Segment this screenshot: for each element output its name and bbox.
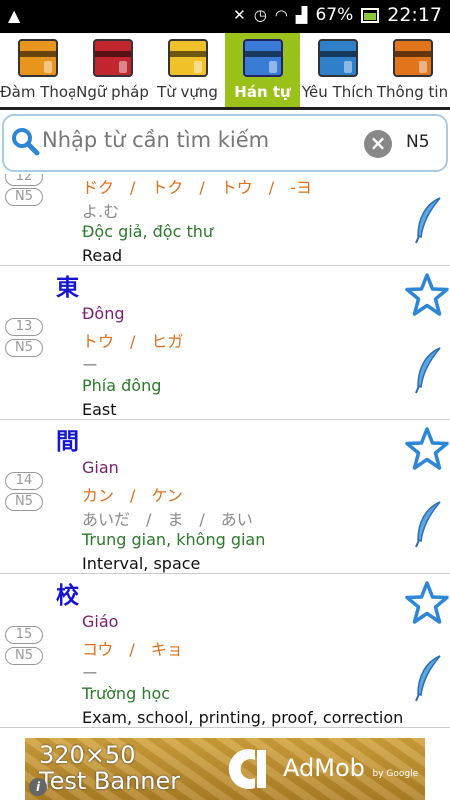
meaning-english: Exam, school, printing, proof, correctio… bbox=[82, 708, 404, 727]
ad-brand-suffix: by Google bbox=[372, 769, 419, 779]
meaning-vietnamese: Trường học bbox=[82, 684, 171, 703]
kanji-character: 校 bbox=[56, 583, 79, 609]
list-item[interactable]: 校 15 N5 Giáo コウ / キョ ー Trường học Exam, … bbox=[0, 574, 450, 728]
book-icon bbox=[18, 39, 58, 77]
signal-icon: ▟ bbox=[295, 6, 308, 24]
entry-number: 12 bbox=[5, 174, 43, 186]
ad-title: Test Banner bbox=[39, 767, 181, 795]
alarm-icon: ◷ bbox=[253, 6, 267, 24]
tab-label: Yêu Thích bbox=[301, 83, 374, 101]
battery-icon bbox=[361, 7, 380, 23]
meaning-vietnamese: Độc giả, độc thư bbox=[82, 222, 214, 241]
search-bar: × N5 bbox=[0, 110, 450, 174]
entry-level: N5 bbox=[5, 188, 43, 206]
book-icon bbox=[243, 39, 283, 77]
battery-percent: 67% bbox=[315, 5, 354, 25]
book-icon bbox=[93, 39, 133, 77]
tab-info[interactable]: Thông tin bbox=[375, 33, 450, 107]
tab-vocabulary[interactable]: Từ vựng bbox=[150, 33, 225, 107]
clock: 22:17 bbox=[387, 4, 442, 26]
han-viet-reading: Gian bbox=[82, 458, 119, 477]
clear-icon[interactable]: × bbox=[364, 130, 392, 158]
search-icon bbox=[12, 128, 40, 156]
tab-bar: Đàm Thoại Ngữ pháp Từ vựng Hán tự Yêu Th… bbox=[0, 33, 450, 110]
tab-label: Thông tin bbox=[376, 83, 449, 101]
feather-icon[interactable] bbox=[412, 654, 444, 702]
ad-text: 320×50 Test Banner bbox=[39, 742, 180, 794]
ad-brand-name: AdMob bbox=[283, 754, 365, 782]
ad-area: 320×50 Test Banner AdMob by Google bbox=[0, 738, 450, 800]
entry-level: N5 bbox=[5, 339, 43, 357]
ad-banner[interactable]: 320×50 Test Banner AdMob by Google bbox=[25, 738, 425, 800]
entry-number: 15 bbox=[5, 626, 43, 644]
meaning-vietnamese: Trung gian, không gian bbox=[82, 530, 266, 549]
search-box: × N5 bbox=[2, 114, 448, 172]
kanji-character: 間 bbox=[56, 429, 79, 455]
tab-label: Hán tự bbox=[234, 83, 291, 101]
onyomi-reading: トウ / ヒガ bbox=[82, 332, 184, 351]
entry-level: N5 bbox=[5, 493, 43, 511]
onyomi-reading: ドク / トク / トウ / -ヨ bbox=[82, 178, 312, 197]
tab-label: Từ vựng bbox=[157, 83, 218, 101]
book-icon bbox=[393, 39, 433, 77]
tab-label: Ngữ pháp bbox=[76, 83, 149, 101]
tab-grammar[interactable]: Ngữ pháp bbox=[75, 33, 150, 107]
status-icons: ✕ ◷ ◠ ▟ 67% 22:17 bbox=[233, 4, 442, 26]
kunyomi-reading: ー bbox=[82, 664, 99, 683]
book-icon bbox=[168, 39, 208, 77]
star-icon[interactable] bbox=[404, 580, 450, 626]
entry-number: 13 bbox=[5, 318, 43, 336]
feather-icon[interactable] bbox=[412, 346, 444, 394]
han-viet-reading: Đông bbox=[82, 304, 125, 323]
meaning-english: Read bbox=[82, 246, 123, 265]
tab-favorites[interactable]: Yêu Thích bbox=[300, 33, 375, 107]
notification-icon: ▲ bbox=[8, 6, 21, 25]
ad-brand: AdMob by Google bbox=[283, 754, 418, 782]
star-icon[interactable] bbox=[404, 272, 450, 318]
star-icon[interactable] bbox=[404, 426, 450, 472]
onyomi-reading: カン / ケン bbox=[82, 486, 183, 505]
list-item[interactable]: 間 14 N5 Gian カン / ケン あいだ / ま / あい Trung … bbox=[0, 420, 450, 574]
search-input[interactable] bbox=[42, 128, 362, 152]
status-bar: ▲ ✕ ◷ ◠ ▟ 67% 22:17 bbox=[0, 0, 450, 33]
meaning-english: Interval, space bbox=[82, 554, 201, 573]
kunyomi-reading: ー bbox=[82, 356, 99, 375]
kanji-character: 東 bbox=[56, 275, 79, 301]
ad-size: 320×50 bbox=[39, 741, 136, 769]
list-item[interactable]: 東 13 N5 Đông トウ / ヒガ ー Phía đông East bbox=[0, 266, 450, 420]
onyomi-reading: コウ / キョ bbox=[82, 640, 183, 659]
level-filter[interactable]: N5 bbox=[406, 132, 430, 152]
admob-logo-icon bbox=[228, 749, 266, 789]
feather-icon[interactable] bbox=[412, 500, 444, 548]
kanji-list[interactable]: 12 N5 ドク / トク / トウ / -ヨ よ.む Độc giả, độc… bbox=[0, 174, 450, 738]
list-item[interactable]: 12 N5 ドク / トク / トウ / -ヨ よ.む Độc giả, độc… bbox=[0, 174, 450, 266]
meaning-vietnamese: Phía đông bbox=[82, 376, 162, 395]
entry-number: 14 bbox=[5, 472, 43, 490]
entry-level: N5 bbox=[5, 647, 43, 665]
tab-label: Đàm Thoại bbox=[0, 83, 75, 101]
mute-icon: ✕ bbox=[233, 6, 246, 24]
book-icon bbox=[318, 39, 358, 77]
tab-conversation[interactable]: Đàm Thoại bbox=[0, 33, 75, 107]
meaning-english: East bbox=[82, 400, 117, 419]
feather-icon[interactable] bbox=[412, 196, 444, 244]
ad-info-icon[interactable]: i bbox=[29, 778, 47, 796]
tab-kanji[interactable]: Hán tự bbox=[225, 33, 300, 107]
kunyomi-reading: よ.む bbox=[82, 202, 120, 221]
han-viet-reading: Giáo bbox=[82, 612, 119, 631]
kunyomi-reading: あいだ / ま / あい bbox=[82, 510, 253, 529]
wifi-icon: ◠ bbox=[274, 6, 288, 24]
